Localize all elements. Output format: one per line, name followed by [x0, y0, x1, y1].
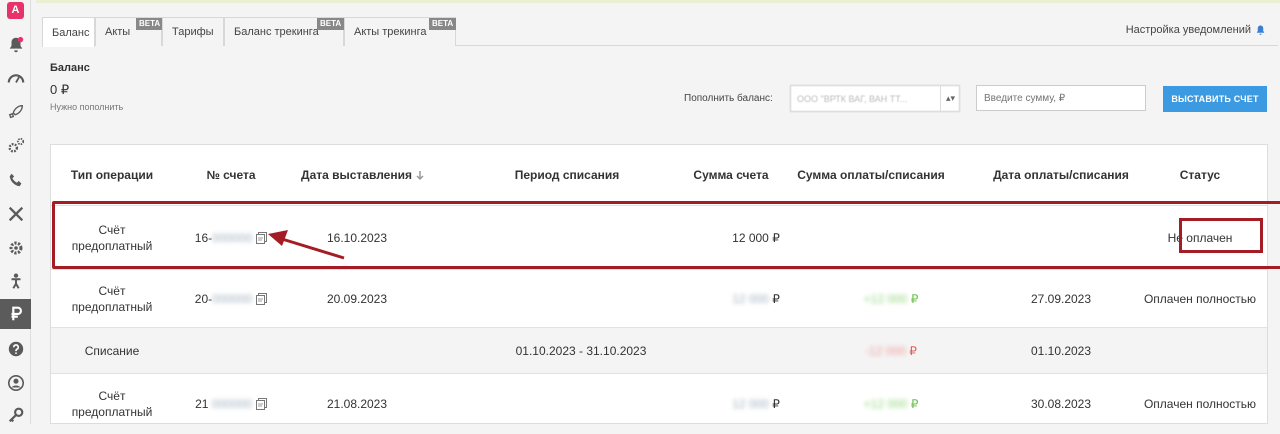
cell-issue-date: 21.08.2023	[326, 397, 388, 411]
header-invoice-number: № счета	[206, 167, 256, 182]
top-divider	[36, 0, 1280, 3]
table-row[interactable]: Счёт предоплатный 21 000000 21.08.2023 1…	[51, 373, 1267, 433]
cell-operation-type: Списание	[84, 344, 140, 358]
amount-currency: ₽	[772, 292, 780, 306]
cell-payment-date: 27.09.2023	[1030, 292, 1092, 306]
sidebar: A	[0, 0, 31, 424]
header-payment-amount: Сумма оплаты/списания	[797, 167, 945, 182]
payment-hidden: +12 000	[863, 292, 908, 306]
cell-payment-amount: -12 000 ₽	[831, 328, 951, 374]
main-content: Баланс Акты BETA Тарифы Баланс трекинга …	[36, 0, 1280, 424]
tab-balance[interactable]: Баланс	[42, 17, 95, 47]
cell-status: Оплачен полностью	[1143, 397, 1257, 411]
notification-settings-label: Настройка уведомлений	[1125, 24, 1251, 36]
table-row[interactable]: Счёт предоплатный 20- 000000 20.09.2023 1…	[51, 269, 1267, 327]
payment-hidden: -12 000	[865, 344, 906, 358]
invoice-number-hidden: 000000	[212, 292, 253, 306]
key-icon[interactable]	[0, 400, 31, 430]
sort-down-icon	[416, 170, 424, 180]
balance-title: Баланс	[50, 62, 90, 74]
annotation-arrow-icon	[268, 230, 345, 260]
cell-invoice-amount: 12 000 ₽	[691, 374, 821, 434]
payment-currency: ₽	[909, 344, 917, 358]
cell-invoice-amount: 12 000 ₽	[691, 270, 821, 328]
tab-bar: Баланс Акты BETA Тарифы Баланс трекинга …	[42, 17, 1278, 47]
amount-hidden: 12 000	[732, 292, 769, 306]
issue-invoice-button[interactable]: ВЫСТАВИТЬ СЧЕТ	[1163, 86, 1267, 112]
ruble-icon[interactable]	[0, 299, 31, 329]
tab-label: Тарифы	[172, 26, 214, 38]
header-issue-date-label: Дата выставления	[301, 167, 412, 182]
tab-tariffs[interactable]: Тарифы	[162, 17, 224, 46]
notification-settings-link[interactable]: Настройка уведомлений	[1126, 24, 1266, 36]
cell-issue-date: 20.09.2023	[326, 292, 388, 306]
tab-tracking-acts[interactable]: Акты трекинга BETA	[344, 17, 457, 46]
gear-icon[interactable]	[0, 233, 31, 263]
payment-currency: ₽	[910, 397, 919, 411]
header-status: Статус	[1179, 167, 1221, 182]
cell-invoice-number[interactable]: 20- 000000	[173, 270, 289, 328]
cell-invoice-number[interactable]: 21 000000	[173, 374, 289, 434]
beta-badge: BETA	[429, 18, 457, 30]
help-icon[interactable]	[0, 334, 31, 364]
app-logo[interactable]: A	[7, 2, 24, 19]
bell-icon	[1256, 25, 1265, 35]
header-operation-type: Тип операции	[70, 167, 154, 182]
document-icon[interactable]	[256, 293, 268, 305]
topup-label: Пополнить баланс:	[684, 93, 773, 104]
tab-tracking-balance[interactable]: Баланс трекинга BETA	[224, 17, 345, 46]
balance-amount: 0 ₽	[50, 82, 70, 97]
tab-label: Баланс трекинга	[234, 26, 319, 38]
highlight-box	[52, 201, 1280, 269]
select-arrows-icon[interactable]: ▴▾	[940, 85, 960, 112]
amount-hidden: 12 000	[732, 397, 769, 411]
tab-label: Акты	[105, 26, 131, 38]
amount-currency: ₽	[772, 397, 780, 411]
cell-payment-amount: +12 000 ₽	[831, 374, 951, 434]
document-icon[interactable]	[255, 398, 267, 410]
header-issue-date[interactable]: Дата выставления	[289, 145, 437, 205]
cell-payment-date: 30.08.2023	[1030, 397, 1092, 411]
tab-label: Акты трекинга	[354, 26, 427, 38]
invoice-number-hidden: 000000	[211, 397, 252, 411]
rocket-icon[interactable]	[0, 97, 31, 127]
table-row[interactable]: Списание 01.10.2023 - 31.10.2023 -12 000…	[51, 327, 1267, 373]
gauge-icon[interactable]	[0, 63, 31, 93]
tools-icon[interactable]	[0, 199, 31, 229]
cell-status: Оплачен полностью	[1143, 292, 1257, 306]
header-payment-date: Дата оплаты/списания	[993, 167, 1129, 182]
cell-payment-date: 01.10.2023	[1030, 344, 1092, 358]
user-circle-icon[interactable]	[0, 368, 31, 398]
balance-note: Нужно пополнить	[50, 102, 124, 112]
payment-hidden: +12 000	[863, 397, 908, 411]
invoice-number-text: 20-	[194, 292, 213, 306]
cell-debit-period: 01.10.2023 - 31.10.2023	[515, 344, 647, 358]
beta-badge: BETA	[317, 18, 345, 30]
operations-table: Тип операции № счета Дата выставления Пе…	[50, 144, 1268, 424]
tab-acts[interactable]: Акты BETA	[95, 17, 164, 46]
bell-icon[interactable]	[0, 30, 31, 60]
status-highlight-box	[1179, 218, 1263, 253]
tab-label: Баланс	[52, 26, 90, 39]
amount-input[interactable]	[976, 85, 1146, 111]
beta-badge: BETA	[136, 18, 164, 30]
cell-operation-type: Счёт предоплатный	[71, 284, 153, 314]
header-invoice-amount: Сумма счета	[693, 167, 769, 182]
legal-entity-select[interactable]: ООО "ВРТК ВАГ, ВАН ТТ...	[790, 85, 960, 112]
cell-operation-type: Счёт предоплатный	[71, 389, 153, 419]
phone-icon[interactable]	[0, 165, 31, 195]
payment-currency: ₽	[910, 292, 919, 306]
cell-payment-amount: +12 000 ₽	[831, 270, 951, 328]
gears-icon[interactable]	[0, 131, 31, 161]
invoice-number-text: 21	[195, 397, 209, 411]
person-icon[interactable]	[0, 266, 31, 296]
